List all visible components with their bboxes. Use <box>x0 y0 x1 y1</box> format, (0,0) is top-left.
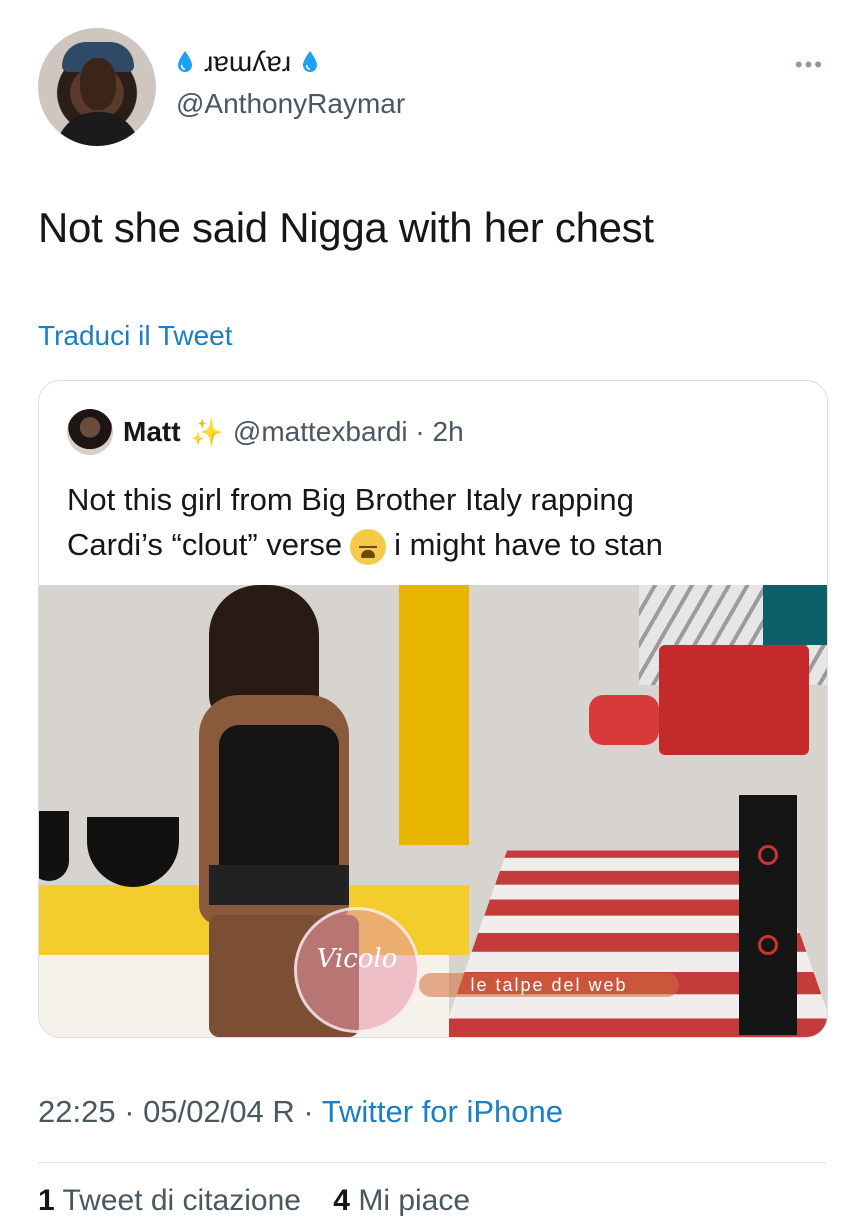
likes-count[interactable]: 4 <box>333 1184 350 1217</box>
tweet-stats: 1 Tweet di citazione 4 Mi piace <box>38 1184 494 1218</box>
speaker-cone <box>758 845 778 865</box>
quote-tweets-count[interactable]: 1 <box>38 1184 55 1217</box>
droplet-icon <box>303 51 318 72</box>
watermark-logo: Vicolo <box>294 907 420 1033</box>
quoted-text-line2a: Cardi’s “clout” verse <box>67 527 343 562</box>
quoted-author-name: Matt <box>123 416 181 447</box>
tweet-text: Not she said Nigga with her chest <box>38 204 654 251</box>
quoted-author-handle-time: @mattexbardi · 2h <box>232 416 464 447</box>
quoted-text-line2b: i might have to stan <box>394 527 663 562</box>
tweet-meta: 22:25 · 05/02/04 R · Twitter for iPhone <box>38 1094 563 1130</box>
quoted-media-video[interactable]: Vicolo le talpe del web <box>39 585 827 1037</box>
tweet-source-link[interactable]: Twitter for iPhone <box>322 1094 563 1129</box>
watermark-banner: le talpe del web <box>419 973 679 997</box>
author-display-name: ɹɐɯʎɐɹ <box>204 46 292 77</box>
droplet-icon <box>178 51 192 72</box>
black-bowl <box>39 811 69 881</box>
watermark-logo-text: Vicolo <box>316 944 398 974</box>
red-block-seating <box>659 645 809 755</box>
quoted-tweet-header: Matt ✨ @mattexbardi · 2h <box>67 409 464 455</box>
quoted-tweet-card[interactable]: Matt ✨ @mattexbardi · 2h Not this girl f… <box>38 380 828 1038</box>
tweet-time-date: 22:25 · 05/02/04 R · <box>38 1094 322 1129</box>
wall-panel <box>763 585 827 645</box>
red-seat <box>589 695 659 745</box>
quoted-author-avatar[interactable] <box>67 409 113 455</box>
divider <box>38 1162 826 1163</box>
quoted-tweet-text: Not this girl from Big Brother Italy rap… <box>67 477 787 567</box>
likes-label[interactable]: Mi piace <box>358 1184 470 1217</box>
speaker <box>739 795 797 1035</box>
yellow-pillar <box>399 585 469 845</box>
speaker-cone <box>758 935 778 955</box>
author-avatar[interactable] <box>38 28 156 146</box>
more-options-icon[interactable]: ••• <box>795 52 824 78</box>
quote-tweets-label[interactable]: Tweet di citazione <box>62 1184 300 1217</box>
sparkle-icon: ✨ <box>190 416 223 447</box>
translate-tweet-link[interactable]: Traduci il Tweet <box>38 320 233 352</box>
author-name-row[interactable]: ɹɐɯʎɐɹ <box>176 46 319 78</box>
black-bowl <box>87 817 179 887</box>
author-handle[interactable]: @AnthonyRaymar <box>176 88 405 120</box>
weary-face-icon <box>350 528 387 565</box>
quoted-text-line1: Not this girl from Big Brother Italy rap… <box>67 482 634 517</box>
